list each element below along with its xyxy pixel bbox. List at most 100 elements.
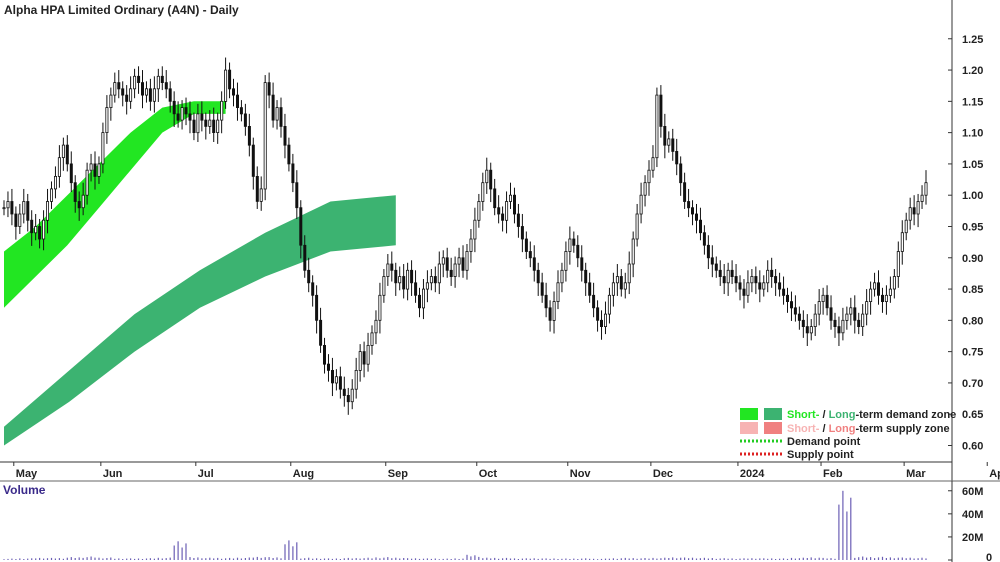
volume-bar (118, 558, 120, 560)
candle-body (869, 288, 873, 303)
candle-body (513, 194, 517, 215)
candle-body (738, 282, 742, 290)
candlesticks (2, 57, 928, 415)
volume-bar (632, 558, 634, 560)
candle-body (433, 276, 437, 284)
candle-body (398, 276, 402, 284)
volume-bar (822, 557, 824, 560)
candle-body (263, 82, 267, 190)
candle-body (113, 82, 117, 96)
volume-bar (545, 558, 547, 560)
volume-bar (893, 558, 895, 560)
candle-body (97, 163, 101, 177)
volume-bar (74, 558, 76, 560)
price-tick-label: 0.80 (962, 315, 983, 327)
volume-bar (110, 557, 112, 560)
volume-bar (715, 558, 717, 560)
volume-bar (7, 558, 9, 560)
volume-bar (612, 558, 614, 560)
candle-body (793, 307, 797, 315)
volume-bar (221, 558, 223, 560)
candle-body (572, 238, 576, 246)
candle-body (382, 276, 386, 296)
candle-body (374, 319, 378, 334)
candle-body (378, 294, 382, 321)
volume-bar (130, 558, 132, 560)
candle-body (50, 188, 54, 202)
candle-body (437, 263, 441, 284)
volume-bar (137, 558, 140, 560)
volume-bar (134, 558, 136, 560)
volume-bar (557, 559, 559, 560)
volume-bar (102, 558, 104, 560)
time-tick-label: 2024 (740, 468, 765, 480)
volume-bar (15, 559, 17, 560)
candle-body (762, 282, 766, 290)
volume-bar (327, 558, 330, 560)
volume-bar (858, 557, 860, 560)
volume-tick-label: 40M (962, 509, 983, 521)
volume-bar (122, 559, 124, 560)
candle-body (552, 301, 556, 321)
candle-body (390, 263, 394, 271)
candle-body (370, 332, 374, 346)
volume-bar (474, 555, 476, 560)
volume-bar (256, 556, 258, 560)
volume-bar (581, 558, 583, 560)
candle-body (813, 313, 817, 328)
volume-bar (43, 558, 45, 560)
volume-bar (98, 557, 100, 560)
volume-bar (771, 558, 773, 560)
candle-body (580, 257, 584, 271)
candle-body (176, 113, 180, 121)
candle-body (224, 69, 228, 102)
time-tick-label: Feb (823, 468, 843, 480)
volume-bar (300, 558, 302, 560)
volume-bar (264, 557, 266, 560)
volume-bar (46, 558, 49, 560)
candle-body (319, 319, 323, 346)
volume-bar (288, 540, 290, 560)
volume-bar (877, 557, 880, 560)
candle-body (924, 182, 928, 196)
legend-supply-long: Long (829, 423, 856, 435)
candle-body (667, 138, 671, 146)
volume-bar (517, 559, 519, 560)
candle-body (117, 82, 121, 90)
candle-body (801, 319, 805, 327)
candle-body (497, 207, 501, 215)
volume-bar (838, 504, 840, 560)
volume-bar (177, 541, 179, 560)
volume-bar (438, 559, 440, 560)
candle-body (231, 88, 235, 96)
price-tick-label: 0.90 (962, 253, 983, 265)
legend-supply-sep: / (819, 423, 828, 435)
legend-supply-point: Supply point (787, 449, 854, 461)
candle-body (42, 219, 46, 240)
volume-bar (343, 558, 345, 560)
candle-body (524, 238, 528, 252)
volume-bar (727, 558, 729, 560)
candle-body (714, 263, 718, 271)
volume-bar (66, 557, 68, 560)
candle-body (833, 319, 837, 327)
volume-bar (723, 558, 725, 560)
volume-bar (509, 558, 512, 560)
candle-body (334, 376, 338, 384)
volume-bar (691, 557, 694, 560)
time-axis-labels: MayJunJulAugSepOctNovDec2024FebMarAprMay… (13, 462, 1000, 480)
volume-bar (699, 558, 701, 560)
volume-bar (347, 557, 349, 560)
price-tick-label: 0.65 (962, 409, 983, 421)
volume-bar (498, 558, 500, 560)
volume-bar (229, 557, 231, 560)
volume-bar (320, 558, 322, 560)
volume-bar (695, 558, 698, 560)
volume-bar (846, 511, 848, 560)
volume-bar (529, 558, 531, 560)
candle-body (271, 94, 275, 121)
volume-bar (331, 558, 333, 560)
candle-body (469, 238, 473, 252)
volume-bar (58, 558, 60, 560)
candle-body (10, 201, 14, 215)
